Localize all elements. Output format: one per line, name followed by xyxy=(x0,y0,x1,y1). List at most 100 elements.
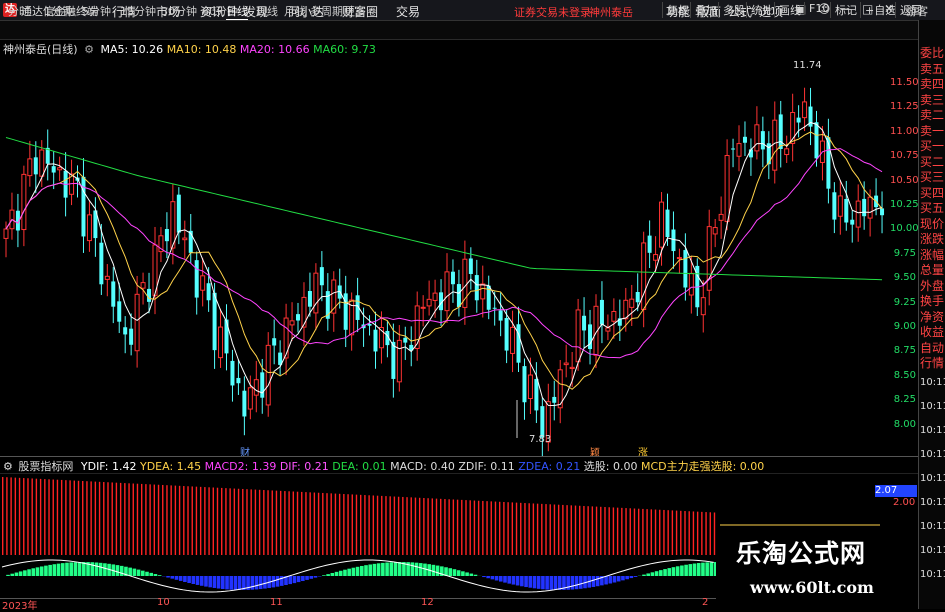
y-label: 8.00 xyxy=(890,419,916,430)
macd-bar xyxy=(423,498,424,555)
menu-jiaoyi[interactable]: 交易 xyxy=(396,3,420,20)
tool-duogu[interactable]: 多股 xyxy=(718,2,745,18)
macd-bar xyxy=(394,497,395,555)
y-label: 10.50 xyxy=(890,175,916,186)
signal-bar xyxy=(646,573,650,576)
candle-body xyxy=(427,299,431,306)
signal-bar xyxy=(305,576,309,580)
low-price-label: 7.83 xyxy=(529,434,551,445)
macd-bar xyxy=(642,509,643,555)
candle-body xyxy=(844,199,848,223)
price-chart[interactable] xyxy=(0,40,890,456)
macd-bar xyxy=(571,505,572,555)
side-time: 10:11 xyxy=(920,472,945,486)
macd-bar xyxy=(663,510,664,555)
signal-bar xyxy=(680,565,684,576)
macd-bar xyxy=(69,480,70,555)
signal-bar xyxy=(250,576,254,590)
signal-bar xyxy=(200,576,204,586)
ma60-value: MA60: 9.73 xyxy=(313,43,376,56)
candle-body xyxy=(230,361,234,386)
macd-bar xyxy=(592,506,593,555)
tool-fuquan[interactable]: 复权 xyxy=(662,2,689,18)
macd-bar xyxy=(541,504,542,555)
macd-bar xyxy=(596,507,597,555)
period-monthly[interactable]: 月线 xyxy=(284,3,306,19)
candle-body xyxy=(719,214,723,220)
macd-bar xyxy=(583,506,584,555)
period-1min[interactable]: 1分钟 xyxy=(44,3,73,19)
period-15min[interactable]: 15分钟 xyxy=(120,3,156,19)
macd-bar xyxy=(31,478,32,555)
side-label: 买二 xyxy=(920,155,944,169)
macd-bar xyxy=(10,477,11,555)
signal-bar xyxy=(613,576,617,583)
signal-bar xyxy=(608,576,612,584)
signal-bar xyxy=(663,569,667,576)
signal-bar xyxy=(23,570,27,576)
macd-bar xyxy=(587,506,588,555)
signal-bar xyxy=(545,576,549,590)
macd-bar xyxy=(297,492,298,555)
macd-bar xyxy=(710,512,711,555)
signal-bar xyxy=(314,576,318,578)
tool-tongji[interactable]: 统计 xyxy=(746,2,773,18)
macd-bar xyxy=(23,478,24,555)
candle-body xyxy=(373,330,377,352)
signal-bar xyxy=(74,562,78,576)
candle-body xyxy=(850,220,854,225)
side-time: 10:11 xyxy=(920,568,945,582)
macd-bar xyxy=(537,504,538,555)
macd-bar xyxy=(385,496,386,555)
signal-bar xyxy=(116,565,120,576)
y-label: 10.75 xyxy=(890,150,916,161)
macd-bar xyxy=(524,503,525,555)
side-label: 买三 xyxy=(920,170,944,184)
period-multi[interactable]: 多周期 xyxy=(310,3,343,19)
tool-diejia[interactable]: 叠加 xyxy=(690,2,717,18)
macd-bar xyxy=(318,493,319,555)
candle-body xyxy=(838,196,842,216)
ma5-value: MA5: 10.26 xyxy=(100,43,163,56)
macd-bar xyxy=(600,507,601,555)
side-time: 10:11 xyxy=(920,496,945,510)
tool-huaxian[interactable]: 画线 xyxy=(774,2,801,18)
candle-body xyxy=(129,329,133,345)
signal-bar xyxy=(672,567,676,576)
period-weekly[interactable]: 周线 xyxy=(256,3,278,19)
settings-icon[interactable]: ⚙ xyxy=(84,43,94,56)
y-label: 9.75 xyxy=(890,248,916,259)
macd-bar xyxy=(90,481,91,555)
macd-bar xyxy=(187,486,188,555)
macd-bar xyxy=(672,510,673,555)
tool-f10[interactable]: F10 xyxy=(804,2,829,15)
signal-bar xyxy=(288,576,292,584)
macd-bar xyxy=(48,479,49,555)
indicator-settings-icon[interactable]: ⚙ xyxy=(3,460,13,473)
watermark-url: www.60lt.com xyxy=(750,578,874,597)
signal-bar xyxy=(710,562,714,576)
period-30min[interactable]: 30分钟 xyxy=(161,3,197,19)
macd-bar xyxy=(225,488,226,555)
indicator-name[interactable]: 股票指标网 xyxy=(18,460,73,473)
date-axis xyxy=(0,598,918,610)
macd-bar xyxy=(276,491,277,555)
side-label: 换手 xyxy=(920,294,944,308)
login-notice[interactable]: 证券交易未登录 xyxy=(514,4,591,20)
tool-fanhui[interactable]: 返回 xyxy=(895,2,922,18)
signal-bar xyxy=(465,572,469,576)
candle-body xyxy=(654,255,658,261)
period-more[interactable]: 更多 xyxy=(344,3,366,19)
signal-bar xyxy=(364,565,368,576)
tool-biaoji[interactable]: 标记 xyxy=(830,2,857,18)
signal-bar xyxy=(651,572,655,576)
candle-body xyxy=(832,192,836,219)
period-5min[interactable]: 5分钟 xyxy=(82,3,111,19)
signal-bar xyxy=(697,563,701,576)
period-fenshi[interactable]: 分时 xyxy=(8,3,30,19)
macd-bar xyxy=(221,488,222,555)
period-daily[interactable]: 日线 xyxy=(226,3,248,20)
signal-bar xyxy=(145,572,149,576)
candle-body xyxy=(701,298,705,315)
tool-zixuan[interactable]: +自选 xyxy=(860,2,896,18)
